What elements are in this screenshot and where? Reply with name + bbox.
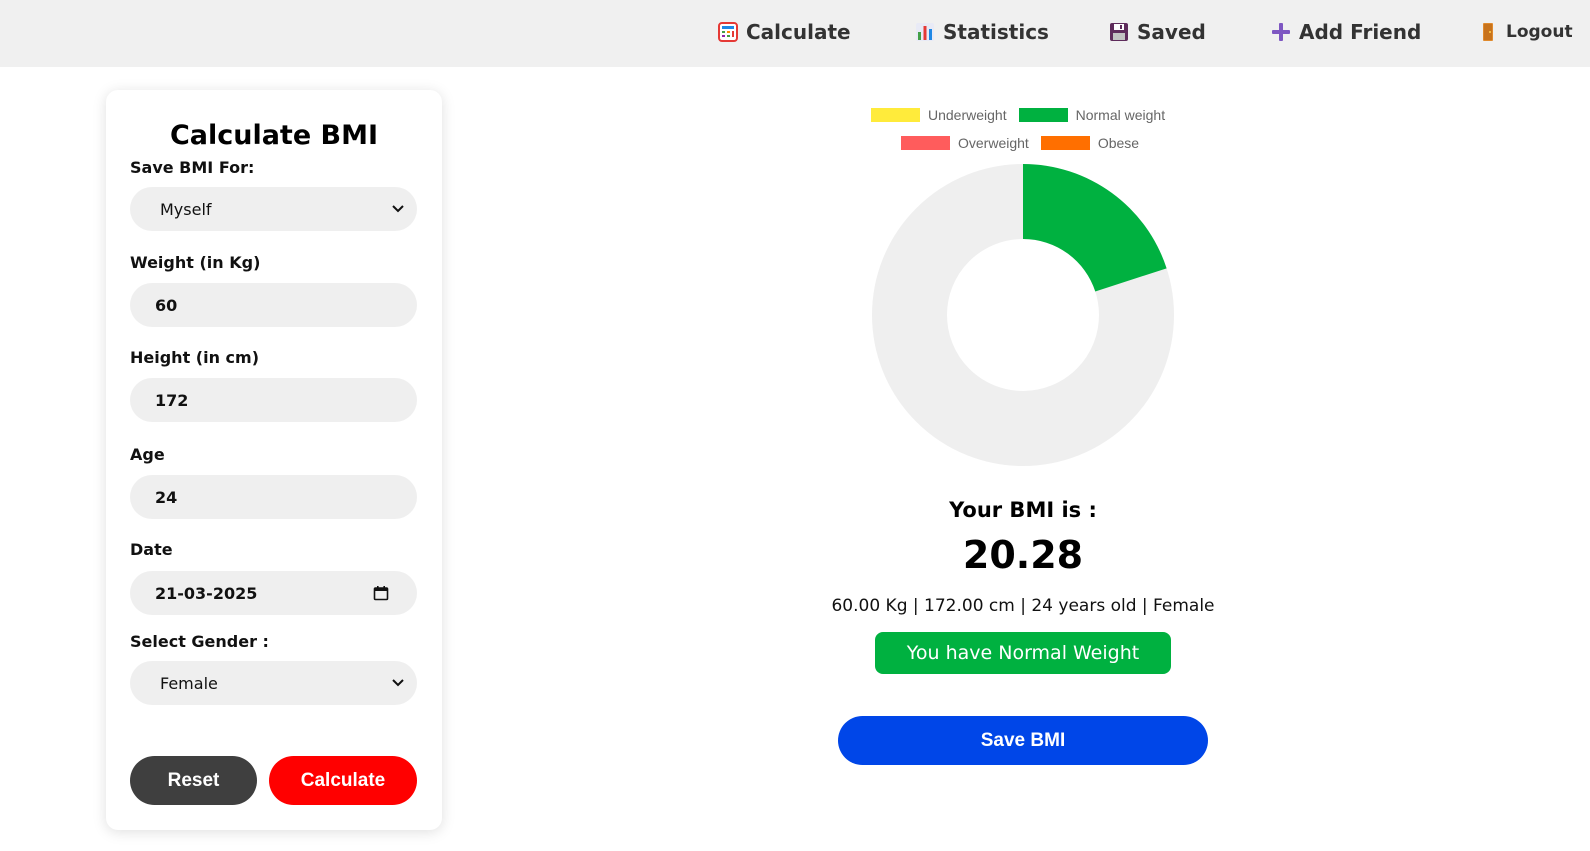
height-value: 172 — [155, 390, 189, 410]
legend-item[interactable]: Obese — [1040, 135, 1140, 151]
nav-calculate-label: Calculate — [746, 20, 851, 44]
calendar-icon[interactable] — [373, 585, 389, 601]
age-value: 24 — [155, 487, 178, 507]
bmi-details: 60.00 Kg | 172.00 cm | 24 years old | Fe… — [831, 596, 1215, 616]
bmi-form-card: Calculate BMI Save BMI For: Myself Weigh… — [106, 90, 442, 830]
nav-saved[interactable]: Saved — [1108, 17, 1206, 47]
height-label: Height (in cm) — [130, 348, 260, 367]
chevron-down-icon — [392, 205, 404, 213]
bmi-value: 20.28 — [962, 533, 1084, 577]
nav-statistics[interactable]: Statistics — [914, 17, 1049, 47]
date-input[interactable]: 21-03-2025 — [130, 571, 417, 615]
door-icon — [1477, 21, 1499, 43]
nav-statistics-label: Statistics — [943, 20, 1049, 44]
form-title: Calculate BMI — [169, 120, 379, 151]
nav-add-friend[interactable]: Add Friend — [1270, 17, 1421, 47]
weight-value: 60 — [155, 295, 178, 315]
date-value: 21-03-2025 — [155, 583, 258, 603]
legend-label: Underweight — [928, 107, 1007, 123]
weight-label: Weight (in Kg) — [130, 253, 261, 272]
legend-swatch — [901, 136, 950, 150]
floppy-disk-icon — [1108, 21, 1130, 43]
nav-add-friend-label: Add Friend — [1299, 20, 1422, 44]
legend-item[interactable]: Normal weight — [1018, 107, 1166, 123]
bar-chart-icon — [914, 21, 936, 43]
nav-saved-label: Saved — [1137, 20, 1206, 44]
save-for-select[interactable]: Myself — [130, 187, 417, 231]
save-bmi-button[interactable]: Save BMI — [838, 716, 1208, 765]
legend-swatch — [1040, 136, 1090, 150]
legend-label: Obese — [1097, 135, 1140, 151]
legend-swatch — [1018, 108, 1068, 122]
chevron-down-icon — [392, 679, 404, 687]
legend-item[interactable]: Overweight — [901, 135, 1029, 151]
top-nav-bar: Calculate Statistics Saved Add Friend Lo… — [0, 0, 1590, 67]
donut-normal-weight-segment[interactable] — [1023, 164, 1167, 292]
reset-button[interactable]: Reset — [130, 756, 257, 805]
chart-legend-row-2: Overweight Obese — [901, 135, 1139, 151]
bmi-status-badge: You have Normal Weight — [875, 632, 1171, 674]
legend-swatch — [871, 108, 920, 122]
legend-label: Overweight — [958, 135, 1029, 151]
save-for-value: Myself — [160, 199, 212, 219]
age-input[interactable]: 24 — [130, 475, 417, 519]
gender-label: Select Gender : — [130, 632, 269, 651]
bmi-heading: Your BMI is : — [949, 498, 1097, 522]
gender-select[interactable]: Female — [130, 661, 417, 705]
gender-value: Female — [160, 673, 218, 693]
calculate-button[interactable]: Calculate — [269, 756, 417, 805]
chart-legend-row-1: Underweight Normal weight — [871, 107, 1165, 123]
bmi-donut-chart — [872, 164, 1174, 466]
height-input[interactable]: 172 — [130, 378, 417, 422]
nav-logout-label: Logout — [1506, 22, 1573, 42]
age-label: Age — [130, 445, 165, 464]
weight-input[interactable]: 60 — [130, 283, 417, 327]
legend-label: Normal weight — [1075, 107, 1166, 123]
nav-logout[interactable]: Logout — [1477, 17, 1573, 47]
calculator-icon — [717, 21, 739, 43]
legend-item[interactable]: Underweight — [871, 107, 1007, 123]
save-for-label: Save BMI For: — [130, 158, 255, 177]
nav-calculate[interactable]: Calculate — [717, 17, 851, 47]
date-label: Date — [130, 540, 173, 559]
plus-icon — [1270, 21, 1292, 43]
